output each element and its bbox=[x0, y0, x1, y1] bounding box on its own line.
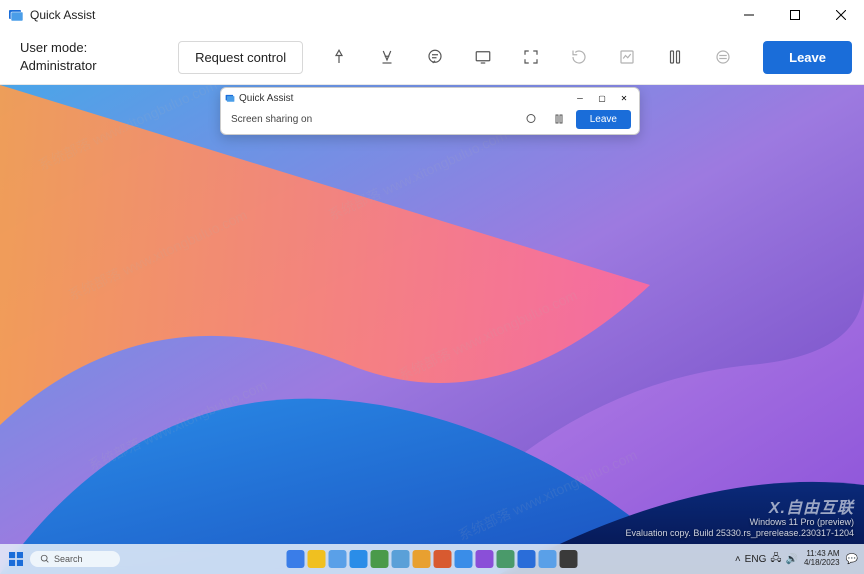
remote-taskbar[interactable]: Search ˄ ENG 🖧 🔊 bbox=[0, 544, 864, 574]
annotation-icon[interactable] bbox=[367, 39, 407, 75]
system-tray[interactable]: ˄ ENG 🖧 🔊 bbox=[735, 551, 798, 568]
taskbar-search[interactable]: Search bbox=[30, 551, 120, 567]
remote-notif-title: Quick Assist bbox=[239, 93, 569, 104]
windows-watermark: Windows 11 Pro (preview) Evaluation copy… bbox=[626, 517, 855, 540]
brand-watermark: X.自由互联 bbox=[769, 494, 854, 518]
taskbar-app-7[interactable] bbox=[413, 550, 431, 568]
clock-date: 4/18/2023 bbox=[804, 559, 840, 568]
titlebar-title: Quick Assist bbox=[30, 8, 726, 22]
taskbar-app-14[interactable] bbox=[560, 550, 578, 568]
chat-icon[interactable] bbox=[415, 39, 455, 75]
wallpaper bbox=[0, 85, 864, 574]
watermark-line2: Evaluation copy. Build 25330.rs_prerelea… bbox=[626, 528, 855, 540]
remote-screen[interactable]: 系统部落 www.xitongbuluo.com 系统部落 www.xitong… bbox=[0, 85, 864, 574]
app-icon bbox=[8, 7, 24, 23]
taskbar-app-8[interactable] bbox=[434, 550, 452, 568]
settings-icon[interactable] bbox=[703, 39, 743, 75]
tray-lang[interactable]: ENG bbox=[745, 554, 767, 565]
restart-icon[interactable] bbox=[559, 39, 599, 75]
minimize-button[interactable] bbox=[726, 0, 772, 30]
remote-notif-leave-button[interactable]: Leave bbox=[576, 110, 631, 129]
taskbar-app-10[interactable] bbox=[476, 550, 494, 568]
taskbar-app-1[interactable] bbox=[287, 550, 305, 568]
user-mode-value: Administrator bbox=[20, 57, 97, 75]
taskbar-app-6[interactable] bbox=[392, 550, 410, 568]
remote-notif-minimize[interactable]: ─ bbox=[569, 89, 591, 107]
tray-network-icon[interactable]: 🖧 bbox=[770, 551, 781, 568]
pause-icon[interactable] bbox=[655, 39, 695, 75]
taskbar-app-4[interactable] bbox=[350, 550, 368, 568]
user-mode-indicator: User mode: Administrator bbox=[20, 39, 97, 74]
remote-notification-bar[interactable]: Quick Assist ─ ▢ ✕ Screen sharing on Lea… bbox=[220, 87, 640, 135]
taskbar-app-9[interactable] bbox=[455, 550, 473, 568]
user-mode-label: User mode: bbox=[20, 39, 97, 57]
maximize-button[interactable] bbox=[772, 0, 818, 30]
remote-notif-chat-icon[interactable] bbox=[520, 109, 542, 129]
start-button[interactable] bbox=[6, 549, 26, 569]
taskbar-app-12[interactable] bbox=[518, 550, 536, 568]
taskbar-apps bbox=[287, 550, 578, 568]
actual-size-icon[interactable] bbox=[463, 39, 503, 75]
taskbar-clock[interactable]: 11:43 AM 4/18/2023 bbox=[804, 550, 840, 568]
taskbar-app-13[interactable] bbox=[539, 550, 557, 568]
taskbar-app-5[interactable] bbox=[371, 550, 389, 568]
taskbar-app-3[interactable] bbox=[329, 550, 347, 568]
remote-notif-close[interactable]: ✕ bbox=[613, 89, 635, 107]
toggle-fullscreen-icon[interactable] bbox=[511, 39, 551, 75]
close-button[interactable] bbox=[818, 0, 864, 30]
toolbar: User mode: Administrator Request control… bbox=[0, 30, 864, 85]
remote-notif-pause-icon[interactable] bbox=[548, 109, 570, 129]
laser-pointer-icon[interactable] bbox=[319, 39, 359, 75]
tray-volume-icon[interactable]: 🔊 bbox=[786, 554, 798, 565]
remote-notif-status: Screen sharing on bbox=[231, 114, 514, 125]
window-controls bbox=[726, 0, 864, 30]
watermark-line1: Windows 11 Pro (preview) bbox=[626, 517, 855, 529]
remote-notif-titlebar: Quick Assist ─ ▢ ✕ bbox=[221, 88, 639, 108]
tray-chevron-icon[interactable]: ˄ bbox=[735, 554, 741, 565]
tray-notifications-icon[interactable]: 💬 bbox=[846, 554, 858, 565]
taskbar-app-2[interactable] bbox=[308, 550, 326, 568]
leave-button[interactable]: Leave bbox=[763, 41, 852, 74]
taskbar-app-11[interactable] bbox=[497, 550, 515, 568]
request-control-button[interactable]: Request control bbox=[178, 41, 303, 74]
search-placeholder: Search bbox=[54, 554, 83, 564]
task-manager-icon[interactable] bbox=[607, 39, 647, 75]
remote-notif-maximize[interactable]: ▢ bbox=[591, 89, 613, 107]
titlebar: Quick Assist bbox=[0, 0, 864, 30]
